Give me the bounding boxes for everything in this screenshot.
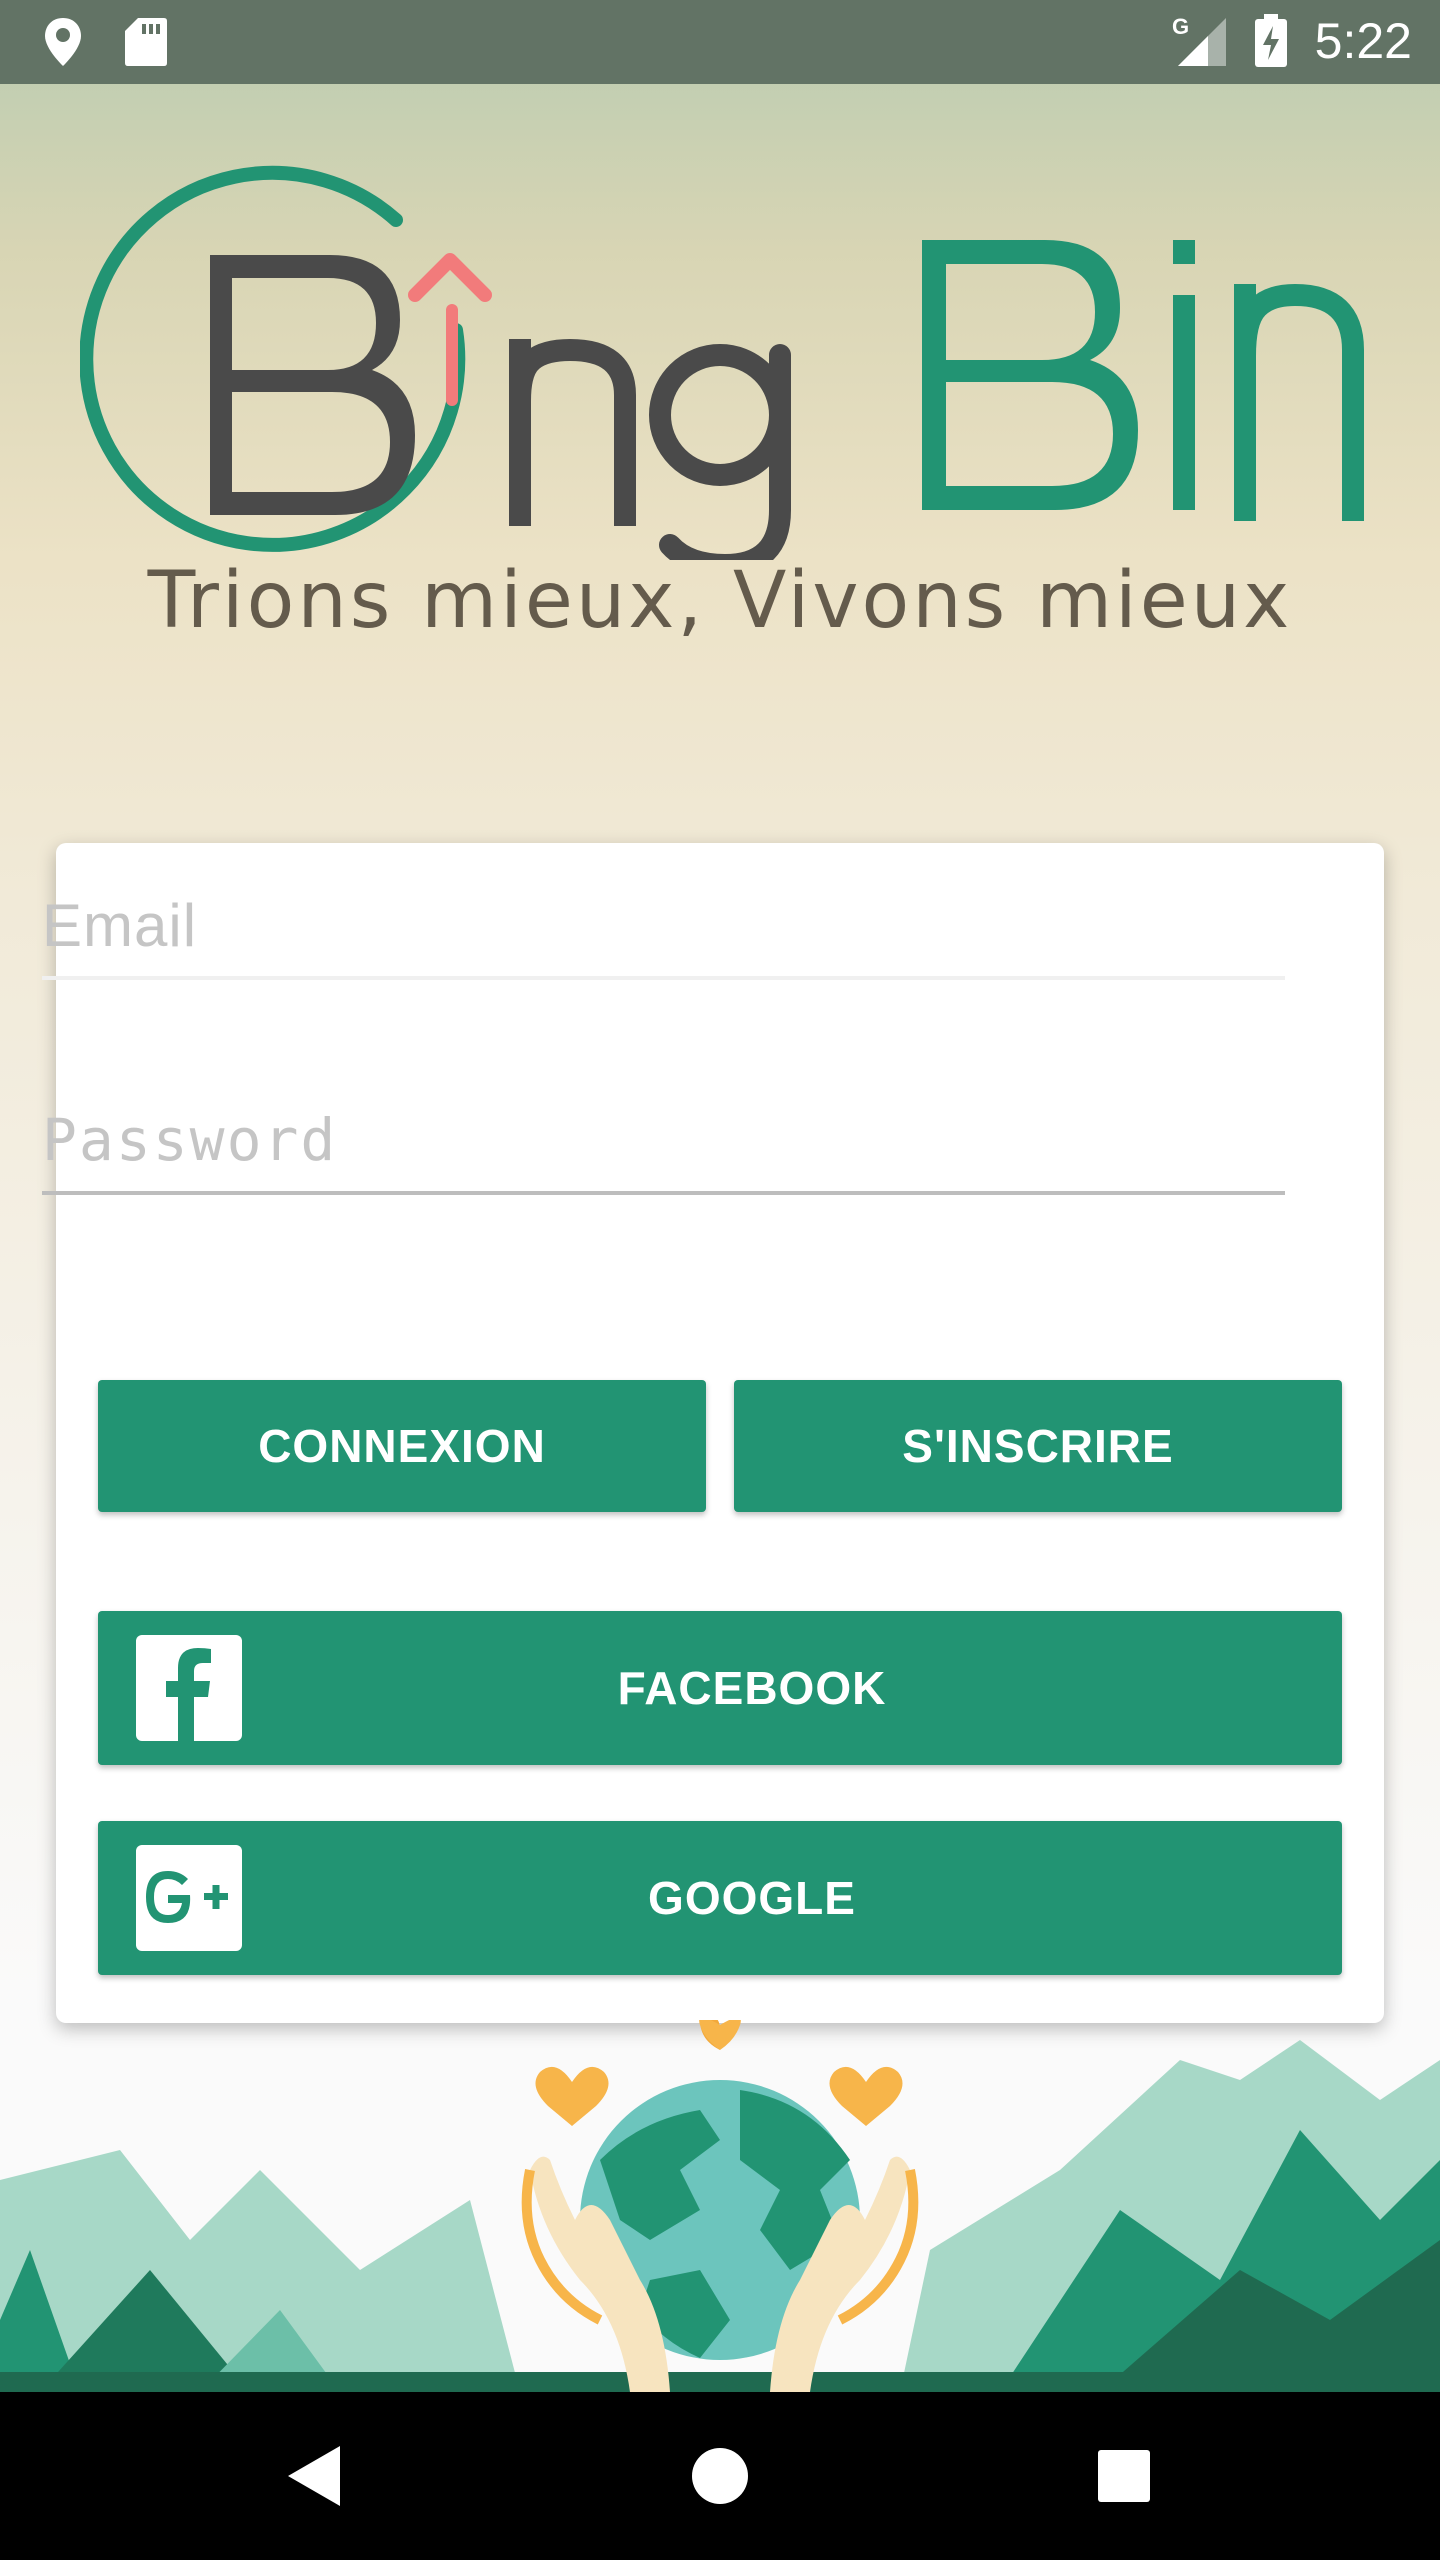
battery-charging-icon bbox=[1255, 14, 1287, 67]
password-field-wrapper bbox=[42, 1085, 1285, 1195]
email-input[interactable] bbox=[42, 870, 1285, 980]
connexion-button[interactable]: CONNEXION bbox=[98, 1380, 706, 1512]
email-field-wrapper bbox=[42, 870, 1285, 980]
back-icon[interactable] bbox=[276, 2436, 356, 2516]
password-underline bbox=[42, 1191, 1285, 1195]
sd-card-icon bbox=[125, 18, 167, 66]
email-underline bbox=[42, 976, 1285, 980]
signal-icon bbox=[1178, 18, 1226, 66]
google-login-button[interactable]: GOOGLE bbox=[98, 1821, 1342, 1975]
earth-hands-illustration bbox=[0, 2020, 1440, 2392]
sinscrire-button[interactable]: S'INSCRIRE bbox=[734, 1380, 1342, 1512]
location-icon bbox=[45, 18, 81, 66]
password-input[interactable] bbox=[42, 1085, 1285, 1195]
google-plus-icon bbox=[136, 1845, 242, 1951]
recents-icon[interactable] bbox=[1084, 2436, 1164, 2516]
facebook-icon bbox=[136, 1635, 242, 1741]
status-bar: G 5:22 bbox=[0, 0, 1440, 84]
clock: 5:22 bbox=[1314, 13, 1412, 69]
home-icon[interactable] bbox=[680, 2436, 760, 2516]
navigation-bar bbox=[0, 2392, 1440, 2560]
google-button-label: GOOGLE bbox=[648, 1872, 856, 1924]
facebook-button-label: FACEBOOK bbox=[617, 1662, 887, 1714]
tagline: Trions mieux, Vivons mieux bbox=[147, 556, 1293, 646]
bingbin-logo bbox=[80, 165, 1364, 560]
facebook-login-button[interactable]: FACEBOOK bbox=[98, 1611, 1342, 1765]
